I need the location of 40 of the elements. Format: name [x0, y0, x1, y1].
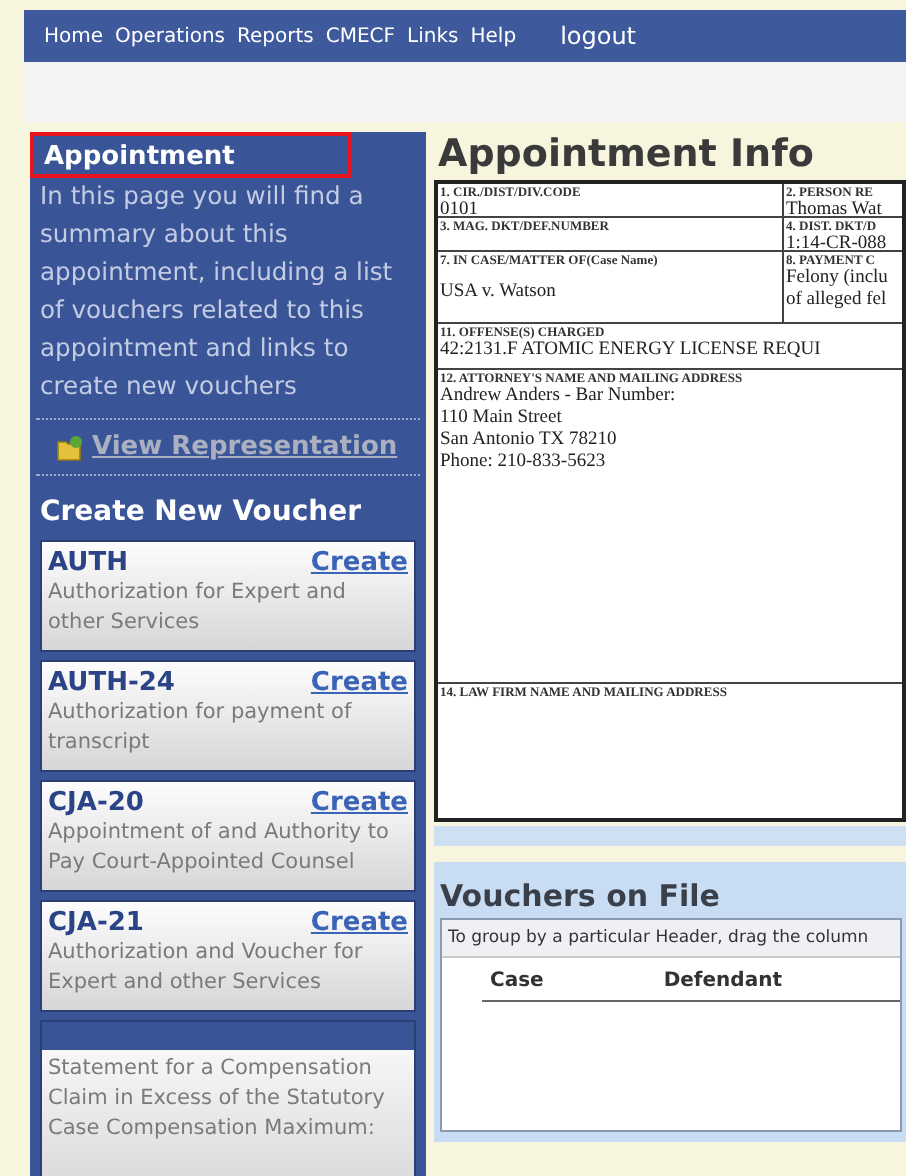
field-value: 42:2131.F ATOMIC ENERGY LICENSE REQUI [440, 340, 823, 362]
nav-link[interactable]: Help [470, 25, 517, 47]
sidebar-heading: Appointment [42, 142, 237, 172]
nav-link[interactable]: Links [407, 25, 459, 47]
column-header[interactable]: Defendant [663, 970, 782, 992]
voucher-code: CJA-20 [48, 788, 144, 818]
nav-link[interactable]: CMECF [325, 25, 396, 47]
field-value: of alleged fel [786, 290, 889, 312]
section-heading: Create New Voucher [40, 496, 364, 528]
nav-link[interactable]: Home [44, 25, 104, 47]
voucher-description: Statement for a Compensation Claim in Excess of the Statutory Case Compensation Maximum: [48, 1054, 387, 1144]
field-value: Thomas Wat [786, 200, 884, 221]
voucher-code: CJA-21 [48, 908, 144, 938]
sidebar-description: In this page you will find a summary about this appointment, including a list of vouchers related to this appointment and links to create new vouchers [38, 180, 395, 404]
create-link[interactable]: Create [310, 788, 408, 818]
field-value: USA v. Watson [440, 282, 558, 304]
voucher-description: Authorization for Expert and other Services [48, 578, 348, 638]
create-link[interactable]: Create [310, 908, 408, 938]
field-value: Andrew Anders - Bar Number: [440, 386, 678, 408]
field-value: Felony (inclu [786, 268, 890, 290]
column-header[interactable]: Case [490, 970, 544, 992]
voucher-description: Authorization for payment of transcript [48, 698, 354, 758]
folder-icon [56, 433, 84, 461]
voucher-description: Authorization and Voucher for Expert and other Services [48, 938, 365, 998]
voucher-code: AUTH [48, 548, 128, 578]
page-title: Appointment Info [438, 132, 816, 176]
voucher-description: Appointment of and Authority to Pay Court-Appointed Counsel [48, 818, 391, 878]
nav-link[interactable]: Operations [115, 25, 226, 47]
create-link[interactable]: Create [310, 548, 408, 578]
voucher-code: AUTH-24 [48, 668, 175, 698]
group-hint: To group by a particular Header, drag the column [442, 920, 900, 958]
panel-title: Vouchers on File [440, 878, 722, 914]
create-link[interactable]: Create [310, 668, 408, 698]
field-value: 110 Main Street [440, 408, 564, 430]
field-value: 1:14-CR-088 [786, 234, 889, 255]
field-value: 0101 [440, 200, 480, 221]
nav-link[interactable]: Reports [237, 25, 314, 47]
logout-link[interactable]: logout [560, 22, 637, 50]
field-value: Phone: 210-833-5623 [440, 452, 608, 474]
field-value: San Antonio TX 78210 [440, 430, 619, 452]
